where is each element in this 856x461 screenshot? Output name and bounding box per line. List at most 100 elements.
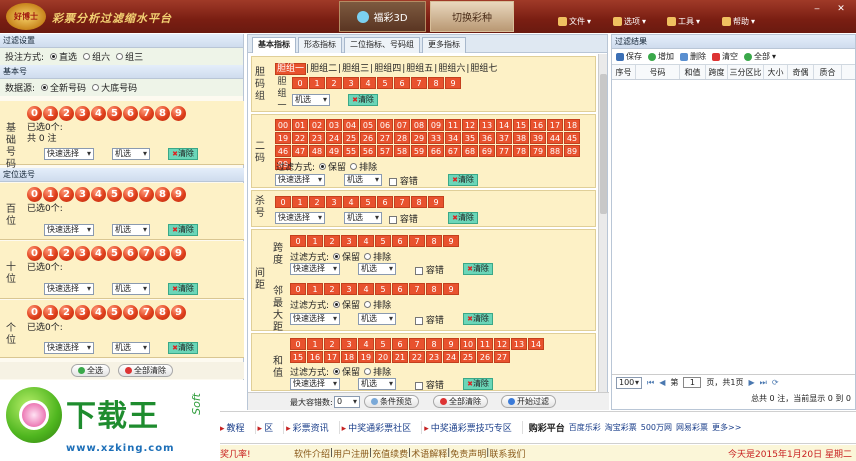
digit-ball[interactable]: 8	[155, 106, 170, 121]
hundreds-clear-button[interactable]: ✖清除	[168, 224, 198, 236]
sum-cell[interactable]: 7	[409, 338, 425, 350]
digit-ball[interactable]: 7	[139, 246, 154, 261]
link-register[interactable]: 用户注册	[333, 447, 369, 460]
digit-cell[interactable]: 9	[445, 77, 461, 89]
max-tolerance-select[interactable]: 0	[334, 396, 360, 408]
two-code-cell[interactable]: 88	[547, 145, 563, 157]
digit-ball[interactable]: 1	[43, 187, 58, 202]
digit-cell[interactable]: 8	[428, 77, 444, 89]
group-tab-1[interactable]: 胆组一	[275, 63, 307, 75]
digit-ball[interactable]: 4	[91, 246, 106, 261]
link-more[interactable]: 更多>>	[712, 422, 741, 433]
tab-more-indicators[interactable]: 更多指标	[422, 37, 466, 53]
digit-cell[interactable]: 4	[343, 196, 359, 208]
menu-file[interactable]: 文件 ▾	[558, 16, 591, 27]
digit-ball[interactable]: 1	[43, 106, 58, 121]
bet-mode-three-radio[interactable]: 组三	[116, 50, 143, 63]
digit-cell[interactable]: 8	[426, 235, 442, 247]
sum-tolerance-checkbox[interactable]	[415, 381, 423, 390]
group-tab-7[interactable]: 胆组七	[469, 64, 498, 74]
two-code-cell[interactable]: 89	[564, 145, 580, 157]
page-size-select[interactable]: 100	[616, 376, 642, 389]
digit-ball[interactable]: 6	[123, 246, 138, 261]
two-code-cell[interactable]: 29	[411, 132, 427, 144]
base-clear-button[interactable]: ✖清除	[168, 148, 198, 160]
digit-ball[interactable]: 1	[43, 305, 58, 320]
page-input[interactable]: 1	[683, 377, 702, 388]
digit-ball[interactable]: 2	[59, 246, 74, 261]
next-page-icon[interactable]: ▶	[748, 378, 754, 387]
two-code-cell[interactable]: 57	[377, 145, 393, 157]
col-sum[interactable]: 和值	[680, 65, 706, 79]
condition-preview-button[interactable]: 条件预览	[364, 395, 419, 408]
two-code-cell[interactable]: 02	[309, 119, 325, 131]
base-quick-select[interactable]: 快速选择	[44, 148, 94, 160]
sum-cell[interactable]: 10	[460, 338, 476, 350]
adjacent-keep-radio[interactable]: 保留	[333, 298, 360, 311]
sum-random-select[interactable]: 机选	[358, 378, 396, 390]
two-code-cell[interactable]: 13	[479, 119, 495, 131]
first-page-icon[interactable]: ⏮	[647, 378, 654, 388]
span-exclude-radio[interactable]: 排除	[364, 250, 391, 263]
kill-clear-button[interactable]: ✖清除	[448, 212, 478, 224]
digit-ball[interactable]: 4	[91, 187, 106, 202]
two-code-cell[interactable]: 08	[411, 119, 427, 131]
link-glossary[interactable]: 术语解释	[411, 447, 447, 460]
adjacent-exclude-radio[interactable]: 排除	[364, 298, 391, 311]
two-code-cell[interactable]: 18	[564, 119, 580, 131]
switch-lottery-button[interactable]: 切换彩种	[430, 1, 514, 32]
sum-cell[interactable]: 8	[426, 338, 442, 350]
digit-cell[interactable]: 7	[394, 196, 410, 208]
digit-cell[interactable]: 9	[443, 235, 459, 247]
group-tab-6[interactable]: 胆组六	[437, 64, 466, 74]
digit-ball[interactable]: 8	[155, 187, 170, 202]
col-span[interactable]: 跨度	[706, 65, 728, 79]
menu-tools[interactable]: 工具 ▾	[667, 16, 700, 27]
digit-ball[interactable]: 0	[27, 305, 42, 320]
col-size[interactable]: 大小	[764, 65, 788, 79]
digit-cell[interactable]: 3	[341, 235, 357, 247]
digit-cell[interactable]: 9	[443, 283, 459, 295]
sum-cell[interactable]: 23	[426, 351, 442, 363]
kill-random-select[interactable]: 机选	[344, 212, 382, 224]
two-code-cell[interactable]: 66	[428, 145, 444, 157]
adjacent-tolerance-checkbox[interactable]	[415, 316, 423, 325]
digit-ball[interactable]: 7	[139, 187, 154, 202]
digit-ball[interactable]: 9	[171, 305, 186, 320]
digit-cell[interactable]: 5	[375, 235, 391, 247]
two-code-cell[interactable]: 69	[479, 145, 495, 157]
menu-options[interactable]: 选项 ▾	[613, 16, 646, 27]
sum-cell[interactable]: 3	[341, 338, 357, 350]
col-index[interactable]: 序号	[612, 65, 636, 79]
two-code-cell[interactable]: 37	[496, 132, 512, 144]
two-code-cell[interactable]: 11	[445, 119, 461, 131]
digit-cell[interactable]: 2	[324, 235, 340, 247]
sum-cell[interactable]: 26	[477, 351, 493, 363]
two-code-cell[interactable]: 01	[292, 119, 308, 131]
ones-quick-select[interactable]: 快速选择	[44, 342, 94, 354]
digit-cell[interactable]: 9	[428, 196, 444, 208]
digit-cell[interactable]: 1	[307, 235, 323, 247]
two-code-tolerance[interactable]: 容错	[389, 174, 418, 187]
digit-cell[interactable]: 0	[290, 283, 306, 295]
tab-basic-indicators[interactable]: 基本指标	[252, 37, 296, 53]
two-code-cell[interactable]: 78	[513, 145, 529, 157]
span-clear-button[interactable]: ✖清除	[463, 263, 493, 275]
two-code-cell[interactable]: 27	[377, 132, 393, 144]
digit-cell[interactable]: 5	[377, 77, 393, 89]
link-disclaimer[interactable]: 免责声明	[450, 447, 486, 460]
digit-ball[interactable]: 0	[27, 246, 42, 261]
digit-cell[interactable]: 5	[375, 283, 391, 295]
digit-ball[interactable]: 8	[155, 305, 170, 320]
span-tolerance-checkbox[interactable]	[415, 266, 423, 275]
two-code-cell[interactable]: 04	[343, 119, 359, 131]
two-code-tolerance-checkbox[interactable]	[389, 177, 397, 186]
prev-page-icon[interactable]: ◀	[659, 378, 665, 387]
link-recharge[interactable]: 充值续费	[372, 447, 408, 460]
delete-button[interactable]: 删除	[680, 51, 706, 62]
last-page-icon[interactable]: ⏭	[760, 378, 767, 388]
digit-ball[interactable]: 2	[59, 305, 74, 320]
sum-cell[interactable]: 16	[307, 351, 323, 363]
sum-cell[interactable]: 13	[511, 338, 527, 350]
sum-cell[interactable]: 12	[494, 338, 510, 350]
